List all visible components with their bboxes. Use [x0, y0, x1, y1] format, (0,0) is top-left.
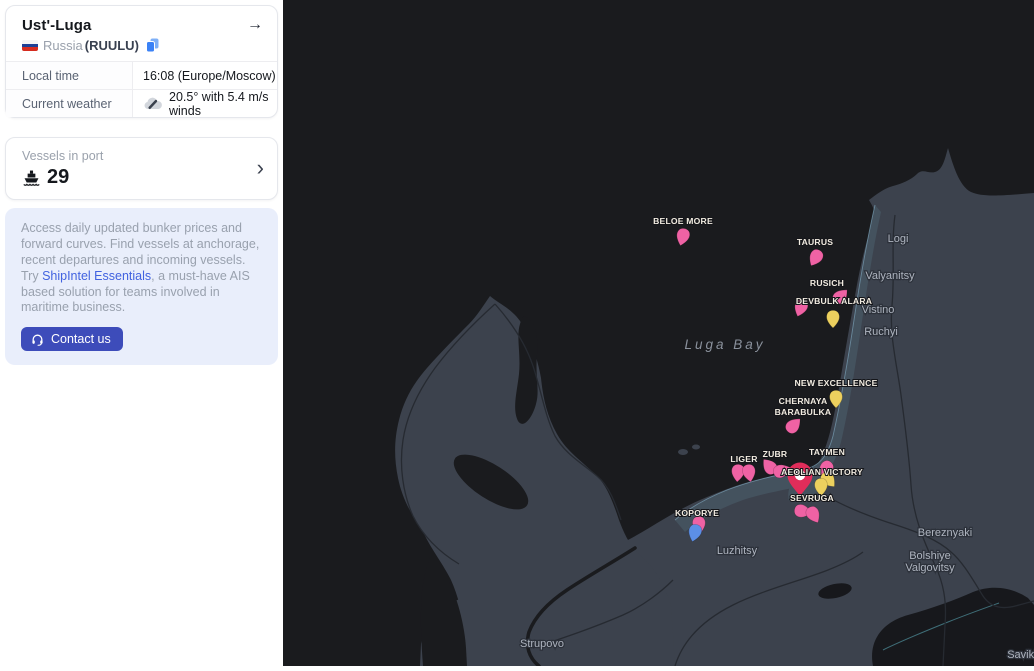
- copy-icon[interactable]: [146, 38, 159, 53]
- port-locode: (RUULU): [85, 38, 139, 53]
- vessel-label: BELOE MORE: [653, 216, 713, 226]
- vessels-in-port-card[interactable]: Vessels in port 29 ›: [5, 137, 278, 200]
- chevron-right-icon[interactable]: ›: [257, 157, 264, 179]
- vessel-label: RUSICH: [810, 278, 844, 288]
- vessels-count: 29: [47, 166, 69, 189]
- russia-flag-icon: [22, 40, 38, 51]
- local-time-row: Local time 16:08 (Europe/Moscow): [6, 61, 277, 89]
- vessel-label: ZUBR: [763, 449, 788, 459]
- islet: [678, 449, 688, 455]
- current-weather-row: Current weather 20.5° with 5.4 m/s winds: [6, 89, 277, 117]
- vessel-label: TAYMEN: [809, 447, 845, 457]
- vessel-label: NEW EXCELLENCE: [794, 378, 877, 388]
- promo-text: Access daily updated bunker prices and f…: [21, 221, 262, 316]
- sidebar: Ust'-Luga → Russia (RUULU) Local time 16…: [0, 0, 283, 666]
- current-weather-label: Current weather: [6, 90, 133, 117]
- weather-cloud-icon: [143, 97, 163, 111]
- local-time-label: Local time: [6, 62, 133, 89]
- vessel-label: DEVBULK ALARA: [796, 296, 872, 306]
- contact-us-button[interactable]: Contact us: [21, 327, 123, 351]
- town-label: Bereznyaki: [918, 527, 972, 539]
- forward-arrow-icon[interactable]: →: [247, 16, 263, 34]
- town-label: Luzhitsy: [717, 545, 758, 557]
- vessel-label: TAURUS: [797, 237, 833, 247]
- map-svg[interactable]: LogiValyanitsyVistinoRuchyiBereznyakiBol…: [283, 0, 1034, 666]
- vessels-in-port-label: Vessels in port: [22, 149, 261, 163]
- bay-label: Luga Bay: [684, 337, 765, 352]
- islet: [692, 445, 700, 450]
- town-label: Bolshiye: [909, 550, 951, 562]
- vessel-label: LIGER: [730, 454, 758, 464]
- town-label: Ruchyi: [864, 326, 898, 338]
- promo-card: Access daily updated bunker prices and f…: [5, 208, 278, 365]
- local-time-value: 16:08 (Europe/Moscow): [133, 62, 276, 89]
- ship-icon: [22, 169, 41, 186]
- port-info-card: Ust'-Luga → Russia (RUULU) Local time 16…: [5, 5, 278, 118]
- vessel-label: SEVRUGA: [790, 493, 834, 503]
- vessel-label: AEOLIAN VICTORY: [781, 467, 863, 477]
- town-label: Savikino: [1007, 649, 1034, 661]
- town-label: Valgovitsy: [905, 562, 955, 574]
- vessel-label: BARABULKA: [775, 407, 832, 417]
- current-weather-value: 20.5° with 5.4 m/s winds: [169, 90, 277, 118]
- town-label: Logi: [888, 233, 909, 245]
- vessel-label: CHERNAYA: [779, 396, 828, 406]
- shipintel-essentials-link[interactable]: ShipIntel Essentials: [42, 269, 151, 283]
- town-label: Valyanitsy: [865, 270, 915, 282]
- vessel-label: KOPORYE: [675, 508, 719, 518]
- port-title: Ust'-Luga: [22, 17, 91, 34]
- map[interactable]: LogiValyanitsyVistinoRuchyiBereznyakiBol…: [283, 0, 1034, 666]
- country-name: Russia: [43, 38, 83, 53]
- headset-icon: [31, 333, 44, 346]
- town-label: Strupovo: [520, 638, 564, 650]
